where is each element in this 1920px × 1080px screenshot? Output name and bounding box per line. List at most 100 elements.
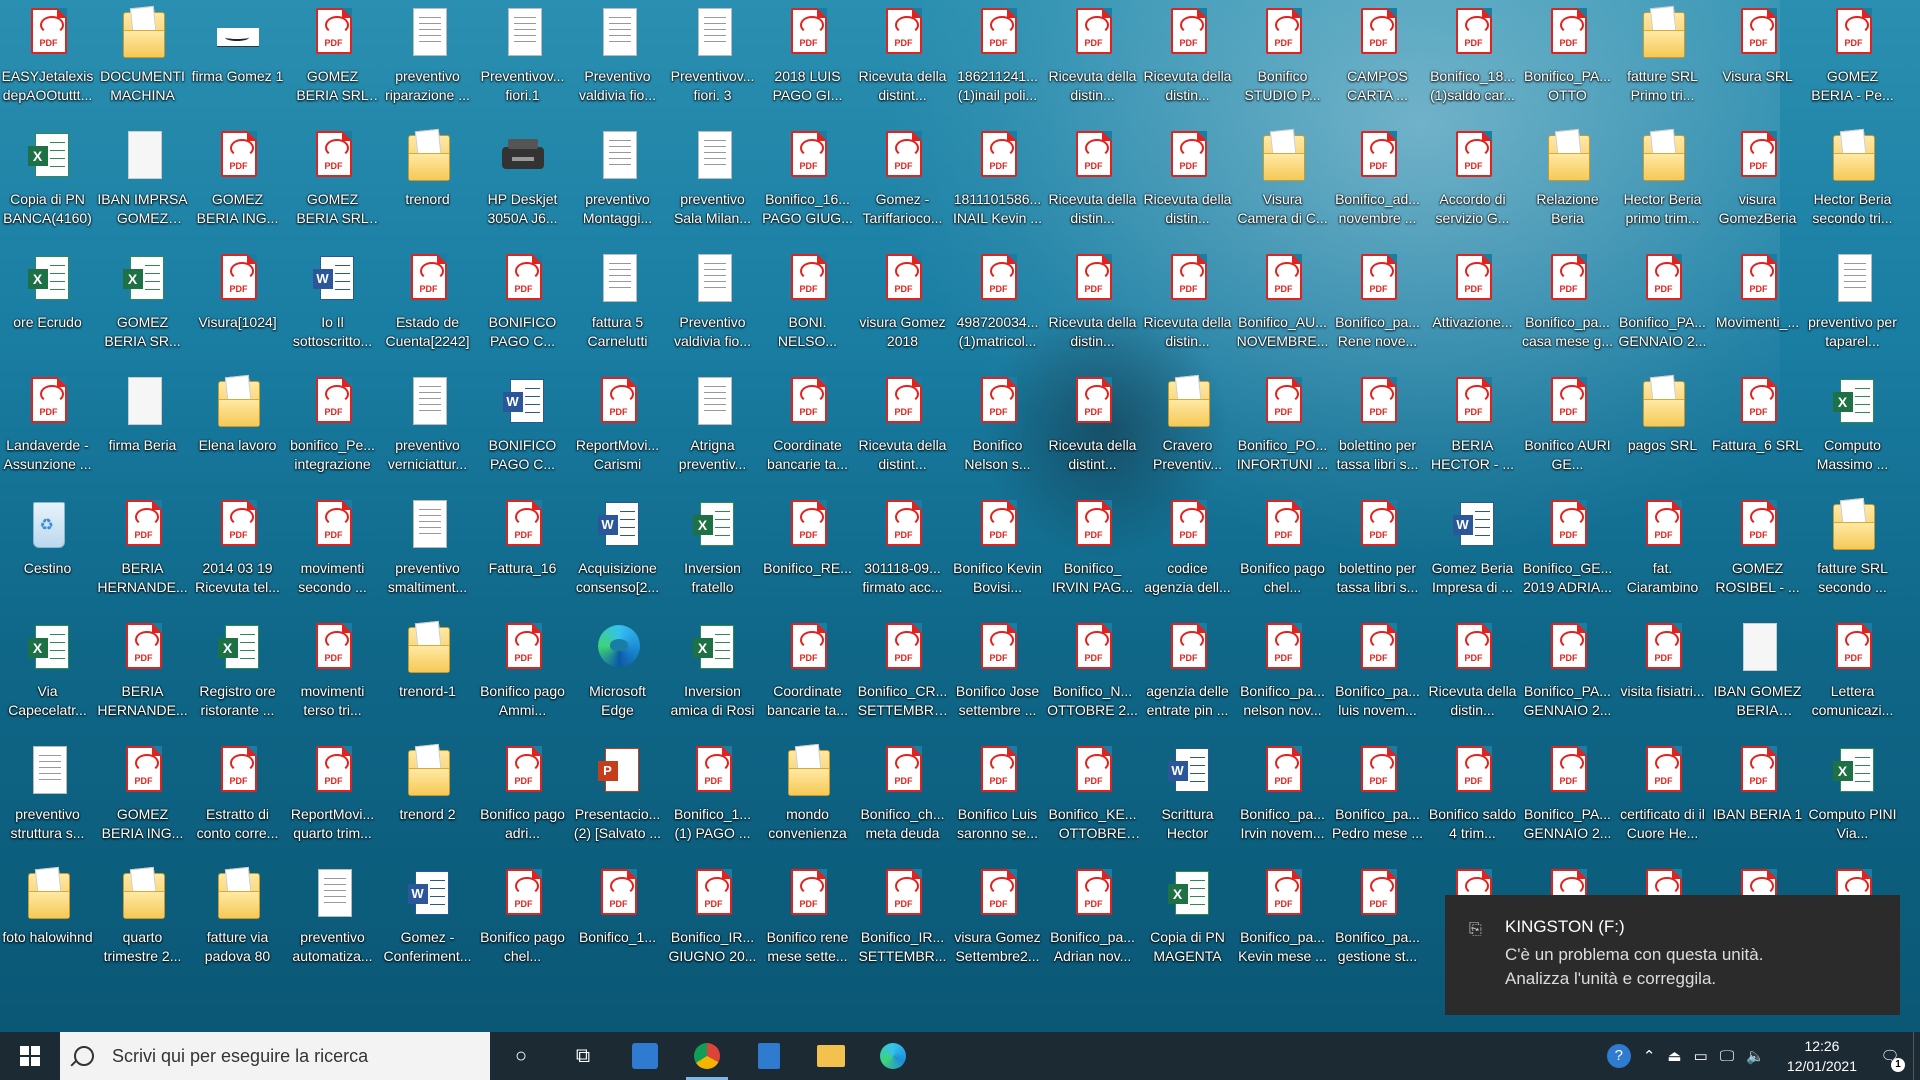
desktop-icon[interactable]: Preventivo valdivia fio... [665,252,760,375]
desktop-icon[interactable]: fatture via padova 80 [190,867,285,990]
desktop-icon[interactable]: PDF GOMEZ ROSIBEL - ... [1710,498,1805,621]
task-view-button[interactable]: ⧉ [552,1032,614,1080]
desktop-icon[interactable]: preventivo Montaggi... [570,129,665,252]
desktop-icon[interactable]: PDF Bonifico_IR... GIUGNO 20... [665,867,760,990]
desktop-icon[interactable]: fattura 5 Carnelutti [570,252,665,375]
desktop-icon[interactable]: PDF Bonifico pago chel... [475,867,570,990]
desktop-icon[interactable]: X Via Capecelatr... [0,621,95,744]
desktop-icon[interactable]: PDF Fattura_16 [475,498,570,621]
desktop-icon[interactable]: preventivo struttura s... [0,744,95,867]
desktop-icon[interactable]: HP Deskjet 3050A J6... [475,129,570,252]
desktop-icon[interactable]: PDF Ricevuta della distin... [1140,6,1235,129]
desktop-icon[interactable]: PDF 498720034... (1)matricol... [950,252,1045,375]
desktop-icon[interactable]: PDF fat. Ciarambino [1615,498,1710,621]
desktop-icon[interactable]: PDF GOMEZ BERIA SRL L... [285,129,380,252]
desktop-icon[interactable]: PDF Bonifico pago chel... [1235,498,1330,621]
desktop-icon[interactable]: PDF 186211241... (1)inail poli... [950,6,1045,129]
show-desktop-button[interactable] [1913,1032,1920,1080]
desktop-icon[interactable]: PDF Bonifico_PA... GENNAIO 2... [1520,621,1615,744]
action-center-button[interactable]: 🗨 1 [1867,1032,1913,1080]
desktop-icon[interactable]: PDF Estratto di conto corre... [190,744,285,867]
taskbar-chrome-app[interactable] [676,1032,738,1080]
desktop-icon[interactable]: IBAN GOMEZ BERIA SRL.p... [1710,621,1805,744]
desktop-icon[interactable]: PDF movimenti secondo ... [285,498,380,621]
desktop-icon[interactable]: PDF EASYJetalexis depAOOtuttt... [0,6,95,129]
clock[interactable]: 12:26 12/01/2021 [1787,1036,1857,1076]
desktop-icon[interactable]: PDF Ricevuta della distint... [1045,375,1140,498]
desktop-icon[interactable]: preventivo verniciattur... [380,375,475,498]
desktop-icon[interactable]: Hector Beria secondo tri... [1805,129,1900,252]
desktop-icon[interactable]: PDF ReportMovi... quarto trim... [285,744,380,867]
volume-icon[interactable]: 🔈 [1746,1047,1765,1065]
desktop-icon[interactable]: PDF BONI. NELSO... [760,252,855,375]
desktop-icon[interactable]: W Io Il sottoscritto... [285,252,380,375]
desktop-icon[interactable]: PDF Bonifico_KE... OTTOBRE 20... [1045,744,1140,867]
desktop-icon[interactable]: PDF codice agenzia dell... [1140,498,1235,621]
battery-icon[interactable]: ▭ [1694,1047,1708,1065]
chevron-up-icon[interactable]: ⌃ [1643,1047,1656,1065]
desktop-icon[interactable]: PDF Bonifico_pa... gestione st... [1330,867,1425,990]
desktop-icon[interactable]: pagos SRL [1615,375,1710,498]
desktop-icon[interactable]: PDF Bonifico saldo 4 trim... [1425,744,1520,867]
desktop-icon[interactable]: PDF Bonifico_N... OTTOBRE 2... [1045,621,1140,744]
desktop-icon[interactable]: W Acquisizione consenso[2... [570,498,665,621]
desktop-icon[interactable]: PDF GOMEZ BERIA SRL L... [285,6,380,129]
desktop-icon[interactable]: Hector Beria primo trim... [1615,129,1710,252]
desktop-icon[interactable]: PDF Bonifico Kevin Bovisi... [950,498,1045,621]
desktop-icon[interactable]: PDF Bonifico pago Ammi... [475,621,570,744]
usb-tray-icon[interactable]: ⏏ [1667,1047,1681,1065]
taskbar-store-app[interactable] [614,1032,676,1080]
desktop-icon[interactable]: PDF 2018 LUIS PAGO GI... [760,6,855,129]
desktop-icon[interactable]: PDF Bonifico_PA... OTTO [1520,6,1615,129]
desktop-icon[interactable]: PDF Ricevuta della distin... [1045,252,1140,375]
desktop-icon[interactable]: PDF Bonifico_pa... Irvin novem... [1235,744,1330,867]
desktop-icon[interactable]: PDF Coordinate bancarie ta... [760,375,855,498]
desktop-icon[interactable]: Xore Ecrudo [0,252,95,375]
desktop-icon[interactable]: W BONIFICO PAGO C... [475,375,570,498]
desktop-icon[interactable]: PDF Bonifico pago adri... [475,744,570,867]
desktop-icon[interactable]: Preventivo valdivia fio... [570,6,665,129]
desktop-icon[interactable]: PDF Bonifico_pa... nelson nov... [1235,621,1330,744]
desktop-icon[interactable]: PDF Bonifico_pa... Pedro mese ... [1330,744,1425,867]
desktop-icon[interactable]: PDF Ricevuta della distin... [1140,252,1235,375]
desktop-icon[interactable]: W Gomez Beria Impresa di ... [1425,498,1520,621]
desktop-icon[interactable]: X Inversion amica di Rosi [665,621,760,744]
desktop-icon[interactable]: PDF 301118-09... firmato acc... [855,498,950,621]
desktop-icon[interactable]: preventivo Sala Milan... [665,129,760,252]
desktop-icon[interactable]: PDF BONIFICO PAGO C... [475,252,570,375]
desktop-icon[interactable]: PDF Bonifico_pa... casa mese g... [1520,252,1615,375]
desktop-icon[interactable]: X Computo PINI Via... [1805,744,1900,867]
desktop-icon[interactable]: PDF Bonifico_18... (1)saldo car... [1425,6,1520,129]
desktop-icon[interactable]: PDF Bonifico_CR... SETTEMBRE... [855,621,950,744]
desktop-icon[interactable]: PDF Ricevuta della distin... [1045,6,1140,129]
desktop-icon[interactable]: PDF bolettino per tassa libri s... [1330,498,1425,621]
desktop-icon[interactable]: PDF visura GomezBeria [1710,129,1805,252]
desktop-icon[interactable]: PDF Ricevuta della distin... [1045,129,1140,252]
desktop-icon[interactable]: fatture SRL Primo tri... [1615,6,1710,129]
desktop-icon[interactable]: PDF IBAN BERIA 1 [1710,744,1805,867]
desktop-icon[interactable]: PDF Ricevuta della distin... [1140,129,1235,252]
desktop-icon[interactable]: PDF 2014 03 19 Ricevuta tel... [190,498,285,621]
desktop-icon[interactable]: PDF Bonifico_PA... GENNAIO 2... [1615,252,1710,375]
desktop-icon[interactable]: PDF Bonifico Luis saronno se... [950,744,1045,867]
desktop-icon[interactable]: PDF Landaverde - Assunzione ... [0,375,95,498]
desktop-icon[interactable]: Elena lavoro [190,375,285,498]
desktop-icon[interactable]: trenord [380,129,475,252]
desktop-icon[interactable]: preventivo riparazione ... [380,6,475,129]
desktop-icon[interactable]: X GOMEZ BERIA SR... [95,252,190,375]
start-button[interactable] [0,1032,60,1080]
desktop-icon[interactable]: PDF Bonifico Nelson s... [950,375,1045,498]
desktop-icon[interactable]: firma Beria [95,375,190,498]
desktop-icon[interactable]: PDF Bonifico_IR... SETTEMBR... [855,867,950,990]
desktop-icon[interactable]: PDF Bonifico Jose settembre ... [950,621,1045,744]
desktop-icon[interactable]: PDF GOMEZ BERIA ING... [190,129,285,252]
desktop-icon[interactable]: PDF Bonifico rene mese sette... [760,867,855,990]
desktop-icon[interactable]: preventivo per taparel... [1805,252,1900,375]
taskbar-search-box[interactable]: Scrivi qui per eseguire la ricerca [60,1032,490,1080]
desktop-icon[interactable]: firma Gomez 1 [190,6,285,129]
desktop-icon[interactable]: X Copia di PN MAGENTA [1140,867,1235,990]
desktop-icon[interactable]: PDF 1811101586... INAIL Kevin ... [950,129,1045,252]
network-icon[interactable]: 🖵 [1720,1048,1734,1065]
desktop-icon[interactable]: PDF Ricevuta della distint... [855,375,950,498]
desktop-icon[interactable]: X Copia di PN BANCA(4160) [0,129,95,252]
